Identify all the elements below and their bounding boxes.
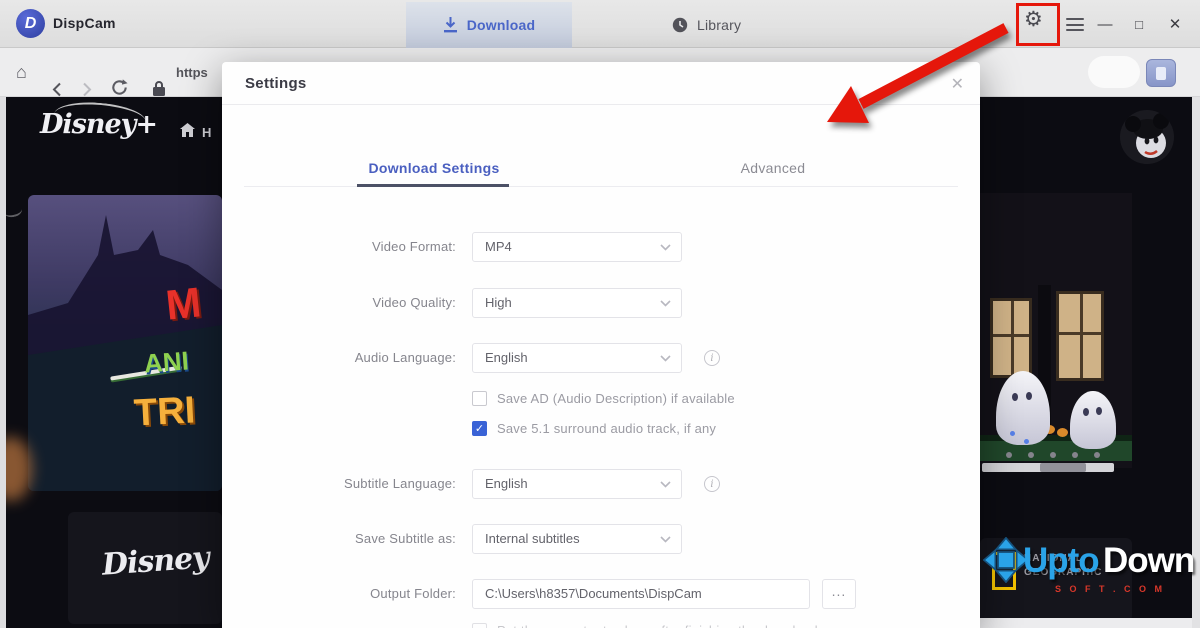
field-label: Output Folder: [222, 579, 456, 609]
uptodown-watermark: Upto Down S O F T . C O M [985, 535, 1200, 605]
dropdown-value: English [485, 470, 528, 498]
poster-title-fragment: TRI [133, 391, 196, 432]
forward-icon[interactable] [82, 65, 92, 114]
dispcam-logo-icon: D [16, 9, 45, 38]
dialog-close-icon[interactable]: ✕ [951, 74, 964, 94]
library-clock-icon [672, 17, 688, 33]
window-edge [980, 618, 1192, 628]
settings-dialog: Settings ✕ Download Settings Advanced Vi… [222, 62, 980, 628]
carousel-scrollbar[interactable] [982, 463, 1114, 472]
mickey-avatar[interactable] [1120, 110, 1174, 164]
ghost-decoration [1070, 391, 1116, 449]
field-row-save-subtitle: Save Subtitle as: Internal subtitles [222, 524, 980, 554]
video-format-dropdown[interactable]: MP4 [472, 232, 682, 262]
poster-title-fragment: ANI [143, 347, 189, 376]
output-folder-input[interactable]: C:\Users\h8357\Documents\DispCam [472, 579, 810, 609]
poster-title-fragment: M [164, 281, 203, 326]
dialog-title: Settings [245, 75, 307, 92]
tab-download[interactable]: Download [406, 2, 572, 48]
checkbox-label: Put the computer to sleep after finishin… [497, 623, 818, 628]
surround-audio-checkbox[interactable]: ✓ [472, 421, 487, 436]
url-text[interactable]: https [176, 65, 208, 80]
menu-icon[interactable] [1066, 18, 1084, 31]
field-row-subtitle-language: Subtitle Language: English i [222, 469, 980, 499]
video-quality-dropdown[interactable]: High [472, 288, 682, 318]
lock-icon [152, 64, 166, 113]
info-icon[interactable]: i [704, 476, 720, 492]
maximize-button[interactable]: □ [1124, 0, 1154, 48]
extension-icon[interactable] [1146, 59, 1176, 87]
window-edge [0, 97, 6, 628]
settings-gear-icon[interactable]: ⚙ [1024, 9, 1043, 30]
disney-nav-letter: H [202, 125, 211, 140]
browse-folder-button[interactable]: ... [822, 579, 856, 609]
disney-home-icon [180, 123, 195, 137]
dropdown-value: English [485, 344, 528, 372]
dropdown-value: Internal subtitles [485, 525, 580, 553]
castle-silhouette [28, 195, 222, 491]
back-icon[interactable] [52, 65, 62, 114]
field-label: Video Format: [222, 232, 456, 262]
pumpkin [1057, 428, 1068, 437]
tab-advanced[interactable]: Advanced [623, 160, 923, 176]
chevron-down-icon [660, 355, 671, 362]
chevron-down-icon [660, 481, 671, 488]
refresh-icon[interactable] [110, 63, 129, 112]
dropdown-value: MP4 [485, 233, 512, 261]
chevron-down-icon [660, 536, 671, 543]
save-ad-checkbox[interactable]: ✓ [472, 391, 487, 406]
field-label: Audio Language: [222, 343, 456, 373]
checkbox-label: Save 5.1 surround audio track, if any [497, 421, 716, 436]
lit-window [1056, 291, 1104, 381]
app-window: Disney+ H M ANI TRI [0, 0, 1200, 628]
field-row-audio-language: Audio Language: English i [222, 343, 980, 373]
watermark-text-down: Down [1103, 541, 1194, 581]
download-icon [443, 17, 458, 33]
browser-home-icon[interactable]: ⌂ [16, 48, 27, 97]
checkbox-label: Save AD (Audio Description) if available [497, 391, 735, 406]
field-row-video-quality: Video Quality: High [222, 288, 980, 318]
divider [222, 104, 980, 105]
field-label: Video Quality: [222, 288, 456, 318]
tab-library[interactable]: Library [672, 2, 782, 48]
sleep-checkbox[interactable] [472, 623, 487, 628]
toolbar-pill [1088, 56, 1140, 88]
info-icon[interactable]: i [704, 350, 720, 366]
dropdown-value: High [485, 289, 512, 317]
checkbox-row-save-ad: ✓ Save AD (Audio Description) if availab… [472, 388, 735, 408]
tab-download-settings[interactable]: Download Settings [284, 160, 584, 176]
chevron-down-icon [660, 244, 671, 251]
minimize-button[interactable]: — [1090, 0, 1120, 48]
audio-language-dropdown[interactable]: English [472, 343, 682, 373]
active-tab-underline [357, 184, 509, 187]
tab-library-label: Library [697, 17, 741, 33]
light-dot [1010, 431, 1015, 436]
lit-window [990, 298, 1032, 378]
tab-download-label: Download [467, 17, 535, 33]
watermark-text-suffix: S O F T . C O M [1055, 584, 1165, 594]
field-row-video-format: Video Format: MP4 [222, 232, 980, 262]
divider [244, 186, 958, 187]
movie-poster[interactable]: M ANI TRI [28, 195, 222, 491]
brand-tile-disney[interactable]: Disney [68, 512, 222, 624]
chevron-down-icon [660, 300, 671, 307]
carousel-dots[interactable] [1006, 452, 1100, 458]
subtitle-language-dropdown[interactable]: English [472, 469, 682, 499]
app-title: DispCam [53, 15, 116, 31]
watermark-text-upto: Upto [1023, 541, 1099, 581]
save-subtitle-dropdown[interactable]: Internal subtitles [472, 524, 682, 554]
field-label: Subtitle Language: [222, 469, 456, 499]
light-dot [1024, 439, 1029, 444]
halloween-scene [980, 193, 1132, 468]
field-label: Save Subtitle as: [222, 524, 456, 554]
field-row-output-folder: Output Folder: C:\Users\h8357\Documents\… [222, 579, 980, 609]
checkbox-row-sleep: Put the computer to sleep after finishin… [472, 620, 818, 628]
checkbox-row-surround: ✓ Save 5.1 surround audio track, if any [472, 418, 716, 438]
close-button[interactable]: ✕ [1160, 0, 1190, 48]
disney-script-logo: Disney [101, 540, 210, 582]
